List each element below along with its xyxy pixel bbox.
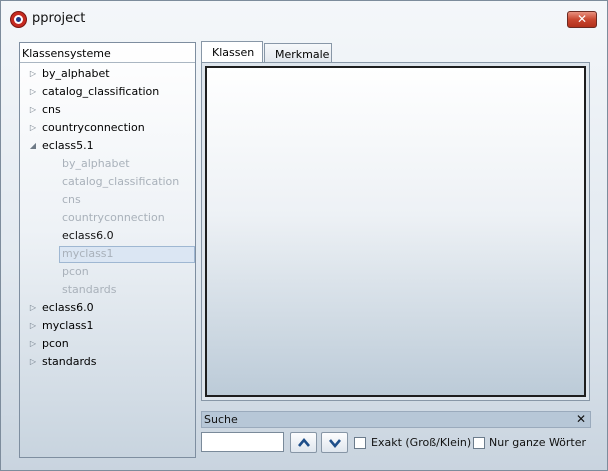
class-system-panel: Klassensysteme ▷ by_alphabet ▷ catalog_clas… [19,42,196,458]
collapsed-arrow-icon[interactable]: ▷ [28,335,38,353]
tree-item[interactable]: catalog_classification [20,173,195,191]
chevron-down-icon [329,439,341,449]
tree-item-label: by_alphabet [62,157,130,170]
search-close-icon[interactable]: ✕ [576,412,586,426]
tree-item[interactable]: ◢ eclass5.1 [20,137,195,155]
tree-item[interactable]: pcon [20,263,195,281]
app-logo-icon [10,11,27,28]
collapsed-arrow-icon[interactable]: ▷ [28,65,38,83]
tree-item[interactable]: ▷ standards [20,353,195,371]
exact-case-checkbox[interactable] [354,437,366,449]
tree-item-label: cns [42,103,61,116]
whole-words-label: Nur ganze Wörter [489,436,587,449]
tree-header: Klassensysteme [20,43,195,63]
tree-item-label: by_alphabet [42,67,110,80]
tree-item[interactable]: ▷ eclass6.0 [20,299,195,317]
tree-item[interactable]: ▷ countryconnection [20,119,195,137]
exact-case-label: Exakt (Groß/Klein) [371,436,472,449]
tree-item-label: countryconnection [62,211,165,224]
tree-item[interactable]: ▷ myclass1 [20,317,195,335]
tree-item-label: pcon [62,265,89,278]
tree-item-label: cns [62,193,81,206]
collapsed-arrow-icon[interactable]: ▷ [28,83,38,101]
tab-klassen[interactable]: Klassen [201,41,263,63]
klassen-content-area[interactable] [205,66,586,397]
tree-item[interactable]: ▷ pcon [20,335,195,353]
collapsed-arrow-icon[interactable]: ▷ [28,299,38,317]
search-title: Suche [204,413,238,426]
tab-merkmale[interactable]: Merkmale [264,43,332,62]
collapsed-arrow-icon[interactable]: ▷ [28,119,38,137]
search-next-button[interactable] [321,432,348,453]
search-previous-button[interactable] [290,432,317,453]
collapsed-arrow-icon[interactable]: ▷ [28,353,38,371]
tree-item[interactable]: standards [20,281,195,299]
search-panel-header: Suche ✕ [201,411,591,428]
tree-item-label: eclass5.1 [42,139,94,152]
tree-item-label: myclass1 [62,247,114,260]
tree-item-label: standards [62,283,117,296]
tree-item[interactable]: ▷ by_alphabet [20,65,195,83]
class-system-tree: ▷ by_alphabet ▷ catalog_classification ▷ cns ▷… [20,65,195,371]
tree-item[interactable]: eclass6.0 [20,227,195,245]
whole-words-checkbox[interactable] [473,437,485,449]
tree-item[interactable]: ▷ catalog_classification [20,83,195,101]
tree-item-label: standards [42,355,97,368]
tree-item-label: catalog_classification [42,85,160,98]
tree-item[interactable]: cns [20,191,195,209]
tree-item-label: catalog_classification [62,175,180,188]
chevron-up-icon [298,437,310,447]
tree-item[interactable]: countryconnection [20,209,195,227]
tree-item[interactable]: ▷ cns [20,101,195,119]
collapsed-arrow-icon[interactable]: ▷ [28,101,38,119]
window-close-button[interactable]: ✕ [567,11,597,28]
tree-item-label: eclass6.0 [62,229,114,242]
app-window: pproject ✕ Klassensysteme ▷ by_alphabet ▷ c… [0,0,608,471]
collapsed-arrow-icon[interactable]: ▷ [28,317,38,335]
search-input[interactable] [201,432,284,452]
tree-item-label: eclass6.0 [42,301,94,314]
tree-item-label: pcon [42,337,69,350]
tree-item-label: myclass1 [42,319,94,332]
tab-content-frame [201,62,590,401]
expanded-arrow-icon[interactable]: ◢ [28,137,38,155]
tree-item[interactable]: by_alphabet [20,155,195,173]
window-title: pproject [32,11,86,26]
tree-item-label: countryconnection [42,121,145,134]
tree-item[interactable]: myclass1 [20,245,195,263]
title-bar: pproject ✕ [1,1,607,37]
